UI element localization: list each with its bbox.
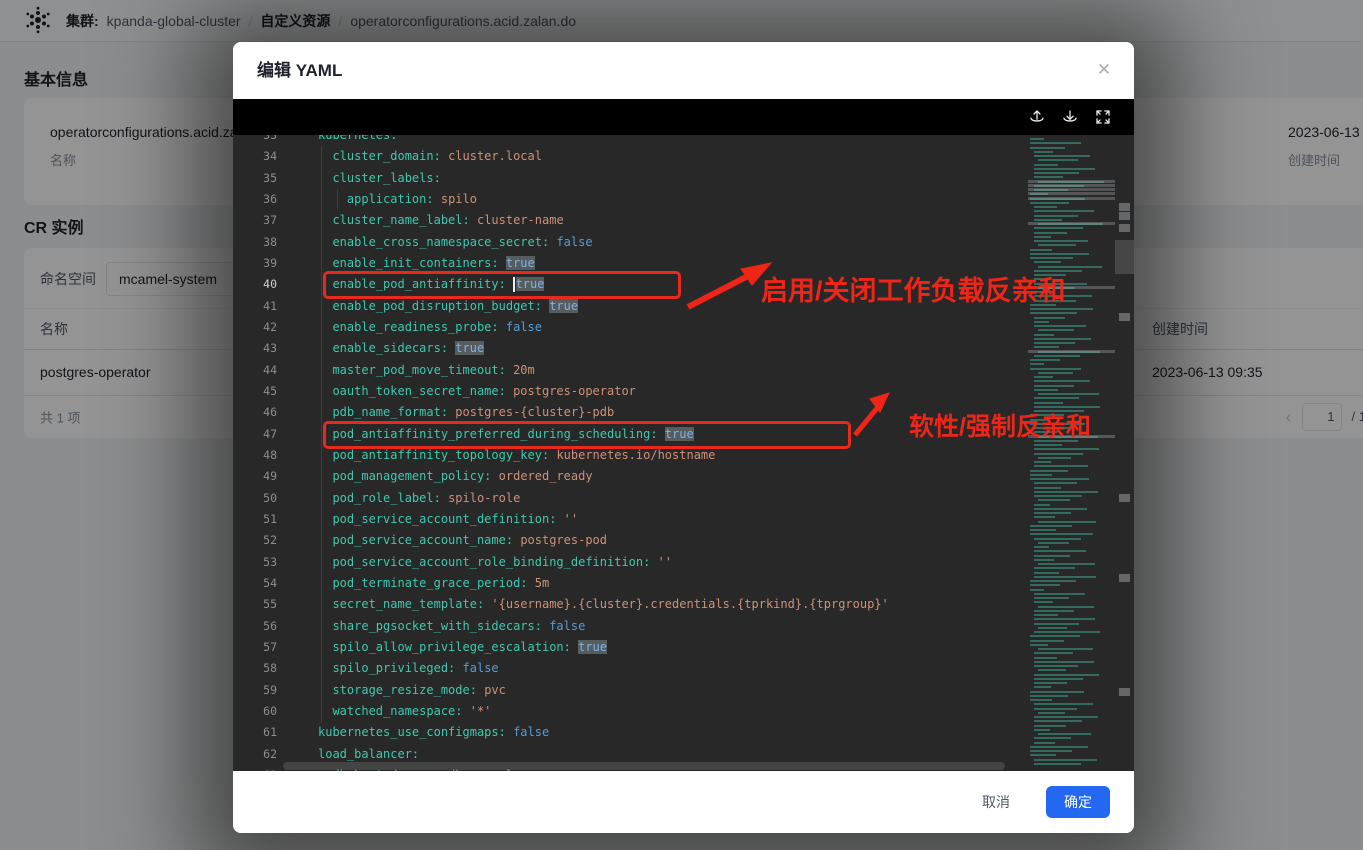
code-line-52: 52 pod_service_account_name: postgres-po… (233, 530, 1028, 551)
editor-toolbar (233, 99, 1134, 135)
code-line-50: 50 pod_role_label: spilo-role (233, 488, 1028, 509)
code-line-37: 37 cluster_name_label: cluster-name (233, 210, 1028, 231)
code-line-61: 61kubernetes_use_configmaps: false (233, 722, 1028, 743)
cancel-button[interactable]: 取消 (976, 791, 1016, 813)
modal-title: 编辑 YAML (257, 42, 342, 99)
code-line-42: 42 enable_readiness_probe: false (233, 317, 1028, 338)
minimap[interactable] (1028, 135, 1115, 771)
yaml-editor[interactable]: 33kubernetes:34 cluster_domain: cluster.… (233, 135, 1134, 771)
code-line-54: 54 pod_terminate_grace_period: 5m (233, 573, 1028, 594)
code-line-35: 35 cluster_labels: (233, 168, 1028, 189)
code-line-59: 59 storage_resize_mode: pvc (233, 680, 1028, 701)
close-icon[interactable]: ✕ (1094, 60, 1114, 80)
annotation-text-preferred: 软性/强制反亲和 (909, 407, 1091, 443)
code-line-51: 51 pod_service_account_definition: '' (233, 509, 1028, 530)
download-icon[interactable] (1061, 108, 1079, 126)
code-line-49: 49 pod_management_policy: ordered_ready (233, 466, 1028, 487)
code-line-38: 38 enable_cross_namespace_secret: false (233, 232, 1028, 253)
vertical-scrollbar[interactable] (1115, 135, 1134, 771)
edit-yaml-modal: 编辑 YAML ✕ 33kubernetes:34 cluster_domain… (233, 42, 1134, 833)
code-line-57: 57 spilo_allow_privilege_escalation: tru… (233, 637, 1028, 658)
code-line-36: 36 application: spilo (233, 189, 1028, 210)
annotation-box-preferred-during-scheduling (323, 421, 851, 449)
code-line-45: 45 oauth_token_secret_name: postgres-ope… (233, 381, 1028, 402)
code-line-60: 60 watched_namespace: '*' (233, 701, 1028, 722)
horizontal-scrollbar[interactable] (283, 762, 1005, 770)
ok-button[interactable]: 确定 (1046, 786, 1110, 818)
annotation-text-antiaffinity: 启用/关闭工作负载反亲和 (761, 269, 1066, 308)
upload-icon[interactable] (1028, 108, 1046, 126)
code-line-43: 43 enable_sidecars: true (233, 338, 1028, 359)
code-line-34: 34 cluster_domain: cluster.local (233, 146, 1028, 167)
modal-footer: 取消 确定 (233, 771, 1134, 833)
code-line-53: 53 pod_service_account_role_binding_defi… (233, 552, 1028, 573)
annotation-box-enable-pod-antiaffinity (323, 271, 681, 299)
code-line-55: 55 secret_name_template: '{username}.{cl… (233, 594, 1028, 615)
code-line-56: 56 share_pgsocket_with_sidecars: false (233, 616, 1028, 637)
modal-header: 编辑 YAML ✕ (233, 42, 1134, 99)
fullscreen-icon[interactable] (1094, 108, 1112, 126)
code-line-58: 58 spilo_privileged: false (233, 658, 1028, 679)
code-line-33: 33kubernetes: (233, 135, 1028, 146)
code-line-44: 44 master_pod_move_timeout: 20m (233, 360, 1028, 381)
